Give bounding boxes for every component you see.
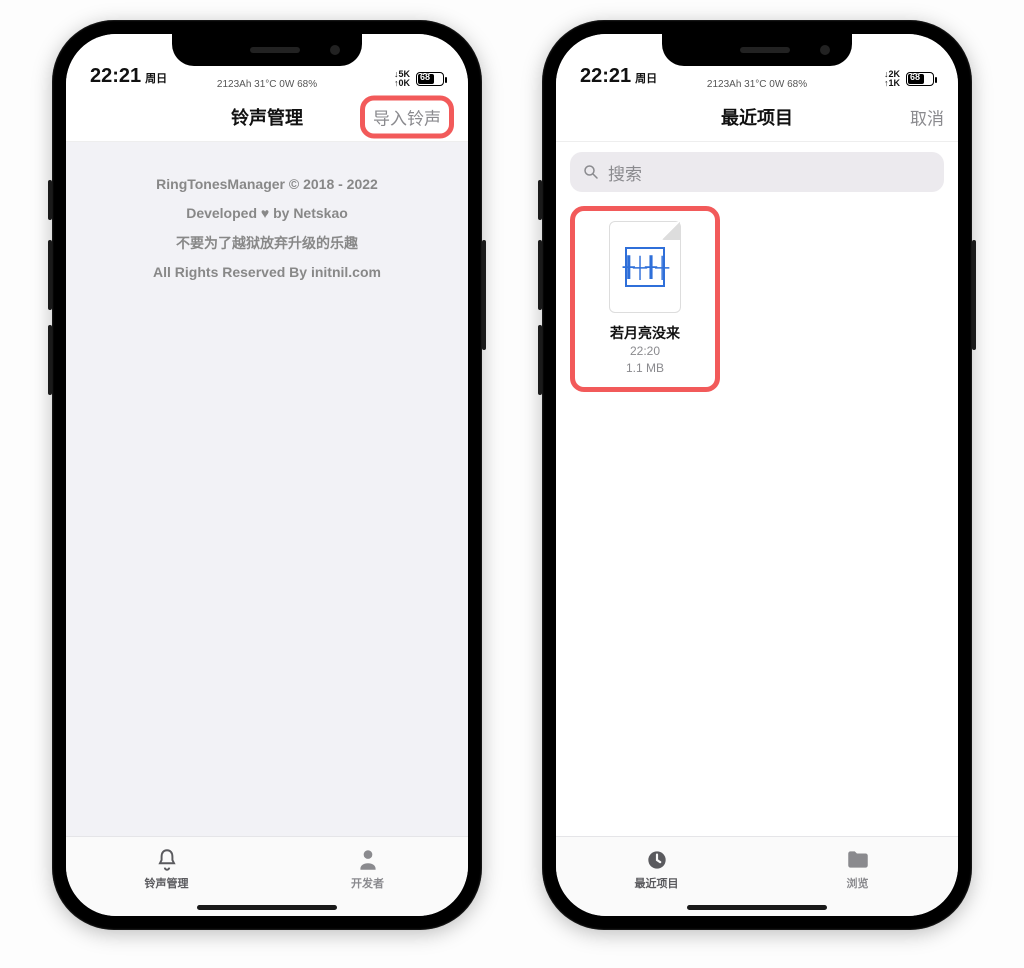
phone-left: 22:21 周日 2123Ah 31°C 0W 68% ↓5K↑0K 68 铃声… (52, 20, 482, 930)
battery-icon: 68 (416, 72, 444, 86)
audio-waveform-icon: ╂┼╂┼ (625, 247, 665, 287)
bell-icon (154, 847, 180, 873)
file-time: 22:20 (630, 343, 660, 360)
file-name: 若月亮没来 (610, 323, 680, 343)
status-day: 周日 (635, 70, 657, 86)
search-icon (582, 163, 600, 181)
network-speed: ↓5K↑0K (394, 70, 410, 88)
page-title: 铃声管理 (231, 104, 303, 130)
search-placeholder: 搜索 (608, 160, 642, 185)
clock-icon (644, 847, 670, 873)
tab-bar: 最近项目 浏览 (556, 836, 958, 916)
tab-label: 浏览 (847, 875, 869, 891)
import-ringtone-button[interactable]: 导入铃声 (360, 95, 454, 138)
tab-label: 铃声管理 (145, 875, 189, 891)
status-time: 22:21 (90, 65, 141, 88)
battery-icon: 68 (906, 72, 934, 86)
navbar: 最近项目 取消 (556, 92, 958, 142)
about-line: All Rights Reserved By initnil.com (82, 258, 452, 287)
tab-label: 最近项目 (635, 875, 679, 891)
phone-right: 22:21 周日 2123Ah 31°C 0W 68% ↓2K↑1K 68 最近… (542, 20, 972, 930)
about-line: RingTonesManager © 2018 - 2022 (82, 170, 452, 199)
cancel-button[interactable]: 取消 (910, 104, 944, 129)
search-input[interactable]: 搜索 (570, 152, 944, 192)
notch (662, 34, 852, 66)
tab-bar: 铃声管理 开发者 (66, 836, 468, 916)
status-sub-info: 2123Ah 31°C 0W 68% (217, 79, 317, 90)
folder-icon (845, 847, 871, 873)
network-speed: ↓2K↑1K (884, 70, 900, 88)
home-indicator[interactable] (687, 905, 827, 910)
about-line: Developed ♥ by Netskao (82, 199, 452, 228)
navbar: 铃声管理 导入铃声 (66, 92, 468, 142)
page-title: 最近项目 (721, 104, 793, 130)
about-text: RingTonesManager © 2018 - 2022 Developed… (66, 142, 468, 316)
content-area: 搜索 ╂┼╂┼ 若月亮没来 22:20 1.1 MB (556, 142, 958, 836)
status-sub-info: 2123Ah 31°C 0W 68% (707, 79, 807, 90)
status-day: 周日 (145, 70, 167, 86)
file-size: 1.1 MB (626, 360, 664, 377)
tab-label: 开发者 (351, 875, 384, 891)
status-time: 22:21 (580, 65, 631, 88)
about-line: 不要为了越狱放弃升级的乐趣 (82, 229, 452, 258)
file-item-audio[interactable]: ╂┼╂┼ 若月亮没来 22:20 1.1 MB (570, 206, 720, 392)
home-indicator[interactable] (197, 905, 337, 910)
content-area: RingTonesManager © 2018 - 2022 Developed… (66, 142, 468, 836)
developer-icon (355, 847, 381, 873)
notch (172, 34, 362, 66)
file-thumbnail: ╂┼╂┼ (609, 221, 681, 313)
